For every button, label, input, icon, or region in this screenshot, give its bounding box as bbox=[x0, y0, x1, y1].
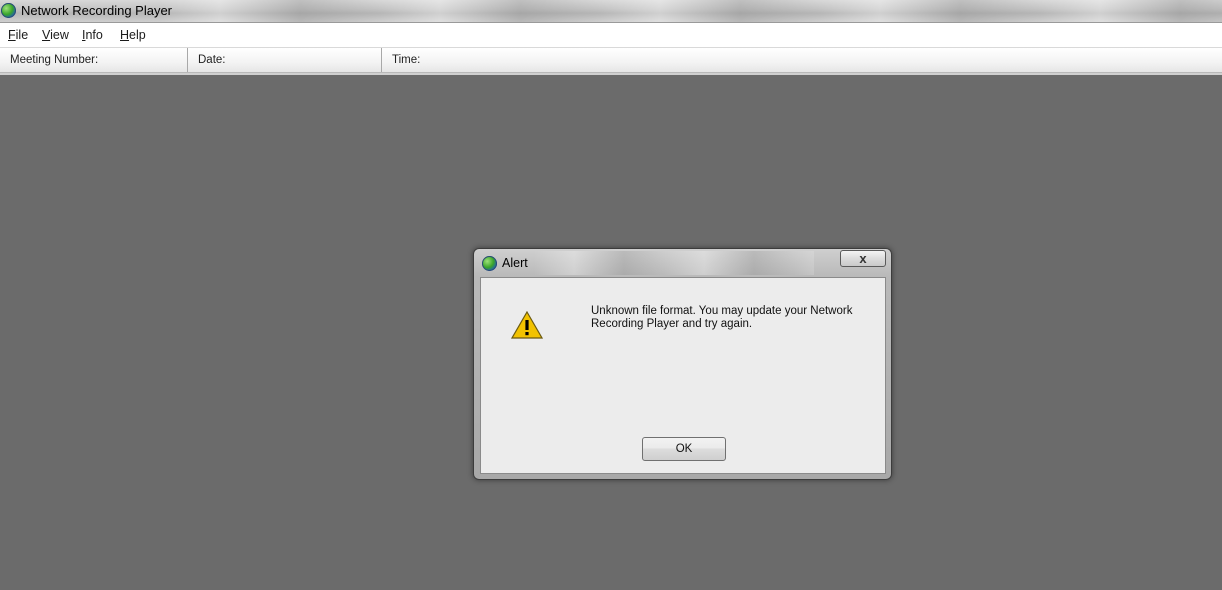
close-icon: x bbox=[859, 251, 867, 266]
ok-button[interactable]: OK bbox=[642, 437, 726, 461]
info-header: Meeting Number: Date: Time: bbox=[0, 48, 1222, 73]
menu-view[interactable]: View bbox=[42, 28, 69, 42]
close-button[interactable]: x bbox=[840, 250, 886, 267]
date-label: Date: bbox=[188, 48, 382, 72]
menu-file[interactable]: File bbox=[8, 28, 28, 42]
menu-bar: File View Info Help bbox=[0, 23, 1222, 48]
menu-info[interactable]: Info bbox=[82, 28, 103, 42]
header-divider bbox=[0, 73, 1222, 75]
warning-icon bbox=[511, 311, 543, 339]
alert-dialog: Alert x Unknown file format. You may upd… bbox=[473, 248, 892, 480]
alert-message: Unknown file format. You may update your… bbox=[591, 305, 853, 330]
title-bar: Network Recording Player bbox=[0, 0, 1222, 23]
time-label: Time: bbox=[392, 54, 421, 66]
globe-icon bbox=[1, 3, 16, 18]
window-title: Network Recording Player bbox=[21, 3, 173, 18]
meeting-number-label: Meeting Number: bbox=[0, 48, 188, 72]
dialog-body: Unknown file format. You may update your… bbox=[480, 277, 886, 474]
menu-help[interactable]: Help bbox=[120, 28, 146, 42]
globe-icon bbox=[482, 256, 497, 271]
dialog-title: Alert bbox=[502, 256, 528, 270]
